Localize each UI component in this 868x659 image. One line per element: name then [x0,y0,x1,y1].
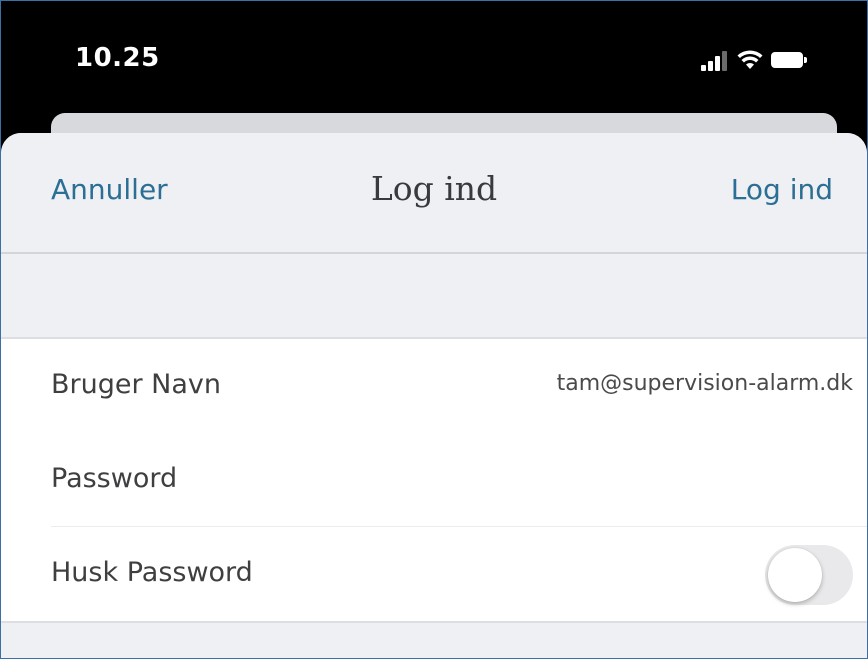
clock: 10.25 [75,43,160,73]
remember-password-label: Husk Password [51,557,253,588]
password-label: Password [51,463,178,494]
section-spacer [1,254,867,339]
login-button[interactable]: Log ind [731,173,833,206]
login-form: Bruger Navn tam@supervision-alarm.dk Pas… [1,339,867,623]
password-row[interactable]: Password [51,433,867,527]
battery-icon [771,52,803,68]
signal-icon [701,51,729,71]
status-bar: 10.25 [1,1,867,109]
toggle-knob [768,548,822,602]
battery-tip [804,57,807,63]
remember-password-row: Husk Password [51,527,867,621]
login-sheet: Annuller Log ind Log ind Bruger Navn tam… [1,133,867,658]
bottom-spacer [1,621,867,658]
navigation-bar: Annuller Log ind Log ind [1,133,867,254]
username-label: Bruger Navn [51,369,222,400]
password-input[interactable] [291,457,853,505]
wifi-icon [737,50,763,69]
username-field[interactable]: tam@supervision-alarm.dk [557,371,853,396]
remember-password-toggle[interactable] [765,545,853,605]
username-row[interactable]: Bruger Navn tam@supervision-alarm.dk [51,339,867,433]
screen-frame: 10.25 Annuller Log ind Log ind Bruger Na… [0,0,868,659]
